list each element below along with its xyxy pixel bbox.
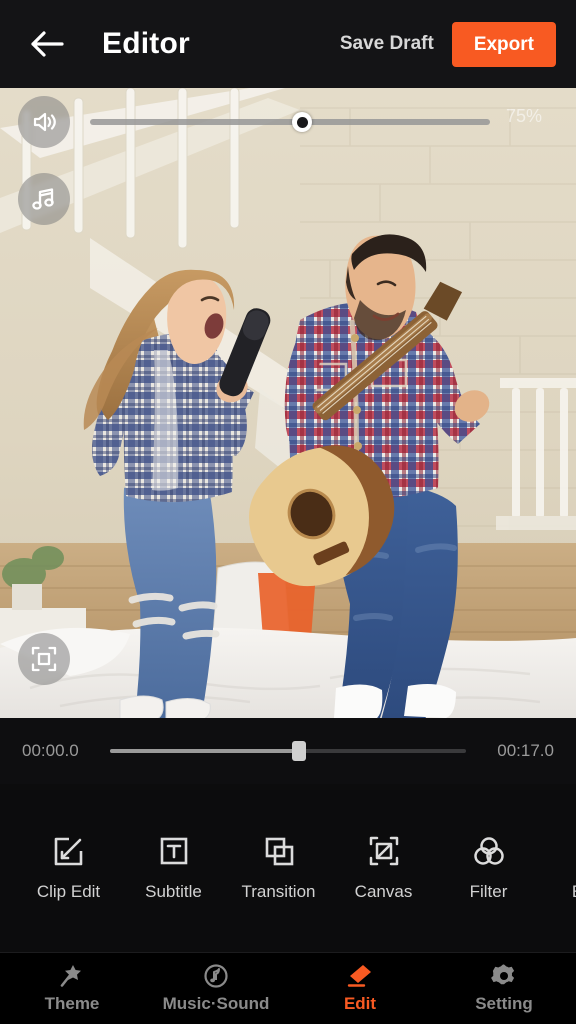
tool-transition[interactable]: Transition bbox=[226, 834, 331, 902]
bottom-navigation-bar: Theme Music·Sound Edit Setting bbox=[0, 952, 576, 1024]
tool-effect[interactable]: Effect bbox=[541, 834, 576, 902]
nav-label: Music·Sound bbox=[162, 994, 270, 1013]
three-circles-icon bbox=[473, 837, 504, 865]
export-button[interactable]: Export bbox=[451, 21, 556, 67]
editing-tools-row[interactable]: Clip Edit Subtitle Transition Canvas Fil… bbox=[0, 784, 576, 952]
tool-label: Effect bbox=[572, 882, 576, 902]
top-app-bar: Editor Save Draft Export bbox=[0, 0, 576, 88]
tool-clip-edit[interactable]: Clip Edit bbox=[16, 834, 121, 902]
overlapping-squares-icon bbox=[265, 837, 293, 866]
volume-slider-thumb[interactable] bbox=[292, 112, 312, 132]
fit-to-screen-button[interactable] bbox=[18, 633, 70, 685]
video-preview-frame bbox=[0, 88, 576, 718]
video-preview[interactable]: 75% bbox=[0, 88, 576, 718]
eraser-icon bbox=[347, 965, 371, 987]
volume-slider[interactable] bbox=[90, 110, 490, 134]
nav-item-theme[interactable]: Theme bbox=[0, 953, 144, 1024]
nav-label: Setting bbox=[475, 994, 533, 1013]
gear-icon bbox=[491, 964, 515, 985]
tool-label: Filter bbox=[469, 882, 508, 901]
tool-label: Subtitle bbox=[145, 882, 202, 901]
music-circle-icon bbox=[204, 964, 228, 988]
timeline-track-fill bbox=[110, 749, 299, 753]
music-button[interactable] bbox=[18, 173, 70, 225]
nav-item-music-sound[interactable]: Music·Sound bbox=[144, 953, 288, 1024]
top-bar-actions: Save Draft Export bbox=[340, 21, 556, 67]
music-note-icon bbox=[32, 188, 54, 210]
speaker-volume-icon bbox=[33, 112, 56, 132]
volume-percent-label: 75% bbox=[506, 106, 543, 126]
nav-label: Edit bbox=[343, 994, 377, 1013]
text-box-icon bbox=[160, 837, 187, 865]
save-draft-button[interactable]: Save Draft bbox=[340, 33, 434, 55]
current-time-label: 00:00.0 bbox=[22, 741, 79, 760]
timeline-playhead[interactable] bbox=[291, 741, 306, 761]
crop-frame-icon bbox=[369, 836, 398, 866]
nav-label: Theme bbox=[44, 994, 100, 1013]
timeline-scrubber-bar: 00:00.0 00:17.0 bbox=[0, 718, 576, 784]
nav-item-setting[interactable]: Setting bbox=[432, 953, 576, 1024]
back-button[interactable] bbox=[24, 21, 70, 67]
arrow-left-icon bbox=[31, 31, 64, 57]
fit-to-screen-icon bbox=[31, 646, 57, 672]
tool-label: Transition bbox=[241, 882, 316, 901]
tool-canvas[interactable]: Canvas bbox=[331, 834, 436, 902]
pencil-square-icon bbox=[54, 837, 82, 866]
tool-filter[interactable]: Filter bbox=[436, 834, 541, 902]
tool-label: Clip Edit bbox=[36, 882, 101, 901]
nav-item-edit[interactable]: Edit bbox=[288, 953, 432, 1024]
volume-slider-track bbox=[90, 119, 490, 125]
video-editor-app: Editor Save Draft Export 75% 00:00.0 00:… bbox=[0, 0, 576, 1024]
magic-wand-icon bbox=[60, 965, 81, 987]
page-title: Editor bbox=[102, 27, 190, 60]
total-time-label: 00:17.0 bbox=[497, 741, 554, 760]
volume-toggle-button[interactable] bbox=[18, 96, 70, 148]
tool-label: Canvas bbox=[354, 882, 413, 901]
timeline-slider[interactable] bbox=[110, 740, 466, 762]
tool-subtitle[interactable]: Subtitle bbox=[121, 834, 226, 902]
